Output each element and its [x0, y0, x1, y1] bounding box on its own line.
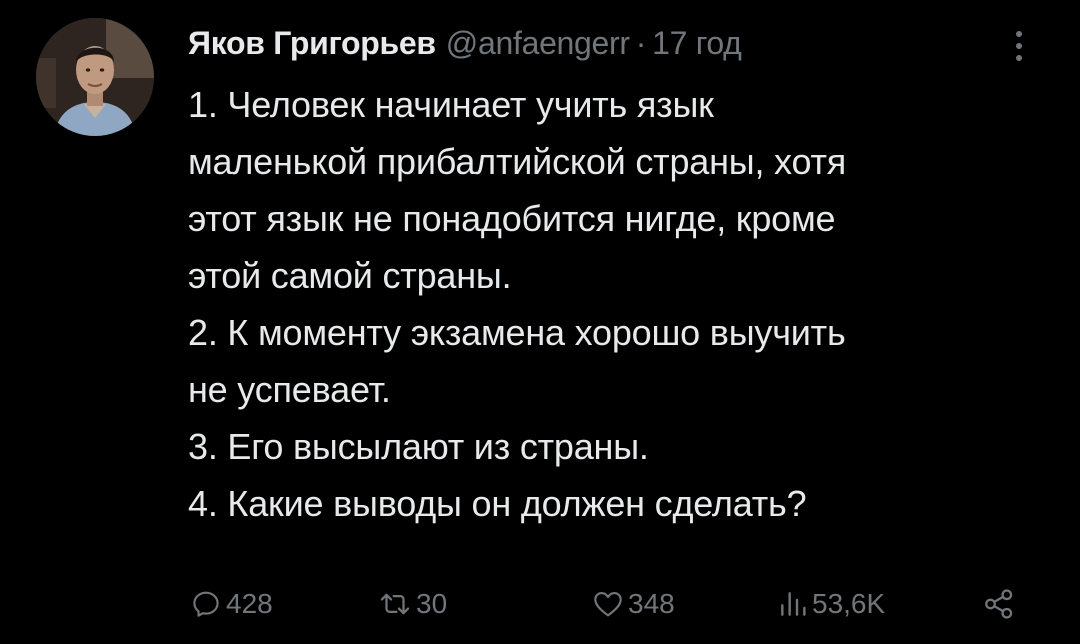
tweet-line: не успевает. — [188, 369, 391, 410]
more-vertical-icon — [1016, 43, 1022, 49]
author-handle[interactable]: @anfaengerr — [446, 25, 630, 62]
author-name[interactable]: Яков Григорьев — [188, 25, 436, 62]
more-vertical-icon — [1016, 31, 1022, 37]
share-icon — [985, 589, 1013, 619]
avatar[interactable] — [36, 18, 154, 136]
like-button[interactable]: 348 — [592, 582, 675, 626]
tweet-line: этой самой страны. — [188, 255, 512, 296]
views-count: 53,6K — [812, 588, 886, 619]
share-button[interactable] — [982, 582, 1020, 626]
tweet-line: этот язык не понадобится нигде, кроме — [188, 198, 836, 239]
retweet-count: 30 — [416, 588, 448, 619]
tweet-header: Яков Григорьев @anfaengerr · 17 год — [188, 20, 742, 66]
like-count: 348 — [628, 588, 675, 619]
views-icon — [781, 592, 806, 616]
views-button[interactable]: 53,6K — [778, 582, 885, 626]
reply-button[interactable]: 428 — [190, 582, 273, 626]
reply-count: 428 — [226, 588, 273, 619]
tweet-line: 2. К моменту экзамена хорошо выучить — [188, 312, 846, 353]
tweet-text: 1. Человек начинает учить язык маленькой… — [188, 76, 1058, 532]
tweet-line: 4. Какие выводы он должен сделать? — [188, 483, 807, 524]
tweet-line: маленькой прибалтийской страны, хотя — [188, 141, 847, 182]
heart-icon — [594, 592, 622, 617]
retweet-icon — [380, 593, 410, 615]
avatar-photo — [36, 18, 154, 136]
tweet-actions: 428 30 348 53,6K — [0, 582, 1080, 626]
more-options-button[interactable] — [1006, 26, 1032, 66]
tweet-line: 1. Человек начинает учить язык — [188, 84, 714, 125]
more-vertical-icon — [1016, 55, 1022, 61]
reply-icon — [193, 591, 219, 617]
separator-dot: · — [635, 24, 647, 61]
tweet-line: 3. Его высылают из страны. — [188, 426, 649, 467]
post-time[interactable]: 17 год — [652, 25, 742, 62]
retweet-button[interactable]: 30 — [378, 582, 447, 626]
